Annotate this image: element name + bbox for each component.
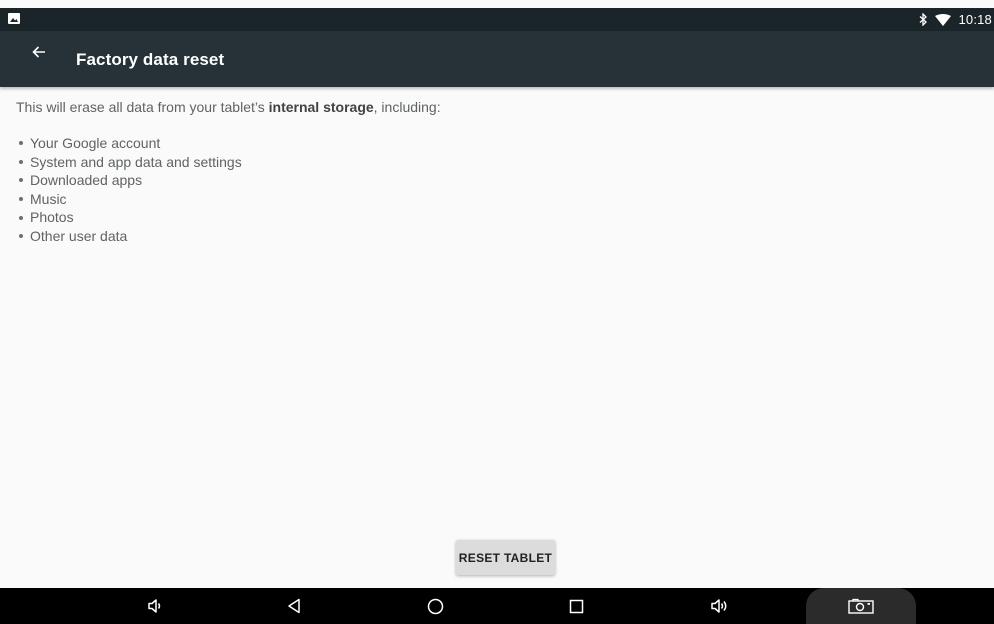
bullet-icon xyxy=(19,234,23,239)
arrow-back-icon xyxy=(32,46,45,58)
intro-suffix: , including: xyxy=(373,99,441,115)
back-icon xyxy=(288,598,300,614)
bullet-icon xyxy=(19,159,23,164)
list-item-label: Music xyxy=(30,190,67,207)
list-item: Music xyxy=(16,190,976,209)
bullet-icon xyxy=(19,215,23,220)
nav-back-button[interactable] xyxy=(279,588,309,624)
status-icons: 10:18 xyxy=(919,8,992,31)
screen: 10:18 Factory data reset This will erase… xyxy=(0,0,994,624)
volume-up-button[interactable] xyxy=(703,588,737,624)
navigation-bar xyxy=(0,588,994,624)
image-notification-icon xyxy=(8,13,20,24)
bullet-icon xyxy=(19,178,23,183)
page-title: Factory data reset xyxy=(76,50,225,69)
app-toolbar: Factory data reset xyxy=(0,31,994,87)
erase-list: Your Google account System and app data … xyxy=(16,134,976,246)
volume-down-icon xyxy=(148,599,161,613)
list-item: Photos xyxy=(16,208,976,227)
list-item: Other user data xyxy=(16,227,976,246)
intro-prefix: This will erase all data from your table… xyxy=(16,99,269,115)
list-item-label: Downloaded apps xyxy=(30,172,143,189)
intro-text: This will erase all data from your table… xyxy=(16,98,976,116)
nav-home-button[interactable] xyxy=(420,588,450,624)
list-item-label: Your Google account xyxy=(30,135,161,151)
volume-down-button[interactable] xyxy=(140,588,170,624)
screenshot-button[interactable] xyxy=(845,588,877,624)
bluetooth-icon xyxy=(920,13,928,26)
screenshot-icon xyxy=(848,598,874,614)
bullet-icon xyxy=(19,141,23,146)
recents-icon xyxy=(569,599,583,613)
list-item-label: System and app data and settings xyxy=(30,153,242,170)
list-item-label: Photos xyxy=(30,209,74,226)
reset-tablet-button[interactable]: RESET TABLET xyxy=(456,540,555,575)
content: This will erase all data from your table… xyxy=(16,98,976,246)
bullet-icon xyxy=(19,197,23,202)
back-button[interactable] xyxy=(25,38,53,66)
volume-up-icon xyxy=(711,599,727,613)
wifi-icon xyxy=(935,13,952,26)
intro-bold: internal storage xyxy=(268,99,374,115)
status-time: 10:18 xyxy=(958,12,992,27)
list-item-label: Other user data xyxy=(30,227,128,244)
list-item: Downloaded apps xyxy=(16,171,976,190)
list-item: Your Google account xyxy=(16,134,976,153)
home-icon xyxy=(427,598,443,614)
nav-recents-button[interactable] xyxy=(561,588,591,624)
list-item: System and app data and settings xyxy=(16,153,976,172)
status-bar: 10:18 xyxy=(0,8,994,31)
